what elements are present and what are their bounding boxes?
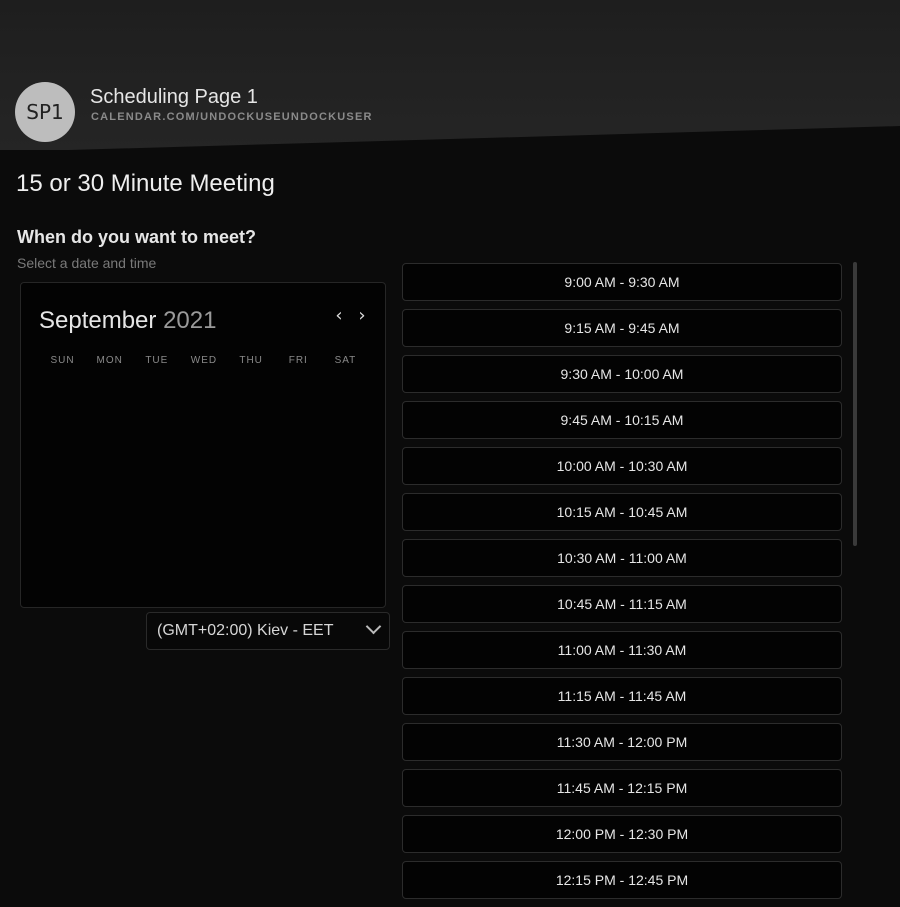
weekday-sat: SAT — [334, 355, 357, 366]
time-slot-button[interactable]: 12:00 PM - 12:30 PM — [402, 815, 842, 853]
time-slot-button[interactable]: 11:45 AM - 12:15 PM — [402, 769, 842, 807]
time-slot-button[interactable]: 10:45 AM - 11:15 AM — [402, 585, 842, 623]
calendar-panel: September 2021 ‹ › SUN MON TUE WED THU F… — [20, 282, 386, 608]
weekday-sun: SUN — [50, 355, 75, 366]
section-subtext: Select a date and time — [17, 255, 157, 271]
weekday-mon: MON — [96, 355, 123, 366]
time-slot-button[interactable]: 10:30 AM - 11:00 AM — [402, 539, 842, 577]
section-heading: When do you want to meet? — [17, 227, 256, 247]
time-slot-button[interactable]: 12:15 PM - 12:45 PM — [402, 861, 842, 899]
time-slot-scrollbar[interactable] — [853, 262, 857, 546]
time-slot-button[interactable]: 9:00 AM - 9:30 AM — [402, 263, 842, 301]
timezone-select[interactable]: (GMT+02:00) Kiev - EET — [146, 612, 390, 650]
time-slot-button[interactable]: 11:00 AM - 11:30 AM — [402, 631, 842, 669]
weekday-header: SUN MON TUE WED THU FRI SAT — [39, 355, 369, 366]
chevron-right-icon[interactable]: › — [353, 305, 371, 326]
avatar-initials: SP1 — [26, 100, 64, 124]
calendar-month: September — [39, 307, 157, 334]
time-slot-button[interactable]: 9:45 AM - 10:15 AM — [402, 401, 842, 439]
weekday-wed: WED — [190, 355, 218, 366]
time-slot-button[interactable]: 9:30 AM - 10:00 AM — [402, 355, 842, 393]
avatar: SP1 — [15, 82, 75, 142]
chevron-down-icon — [365, 618, 382, 635]
weekday-thu: THU — [239, 355, 263, 366]
time-slot-button[interactable]: 10:00 AM - 10:30 AM — [402, 447, 842, 485]
timezone-value: (GMT+02:00) Kiev - EET — [157, 622, 334, 639]
page-title: 15 or 30 Minute Meeting — [16, 170, 275, 197]
time-slot-button[interactable]: 11:15 AM - 11:45 AM — [402, 677, 842, 715]
calendar-month-year: September 2021 — [39, 307, 216, 335]
scheduling-page-name: Scheduling Page 1 — [90, 86, 258, 108]
weekday-fri: FRI — [288, 355, 308, 366]
time-slot-button[interactable]: 11:30 AM - 12:00 PM — [402, 723, 842, 761]
time-slot-button[interactable]: 9:15 AM - 9:45 AM — [402, 309, 842, 347]
weekday-tue: TUE — [145, 355, 169, 366]
header-band — [0, 0, 900, 150]
chevron-left-icon[interactable]: ‹ — [330, 305, 348, 326]
time-slot-list: 9:00 AM - 9:30 AM 9:15 AM - 9:45 AM 9:30… — [402, 263, 848, 907]
scheduling-page-url[interactable]: CALENDAR.COM/UNDOCKUSEUNDOCKUSER — [91, 111, 373, 123]
time-slot-button[interactable]: 10:15 AM - 10:45 AM — [402, 493, 842, 531]
calendar-year: 2021 — [163, 307, 217, 334]
